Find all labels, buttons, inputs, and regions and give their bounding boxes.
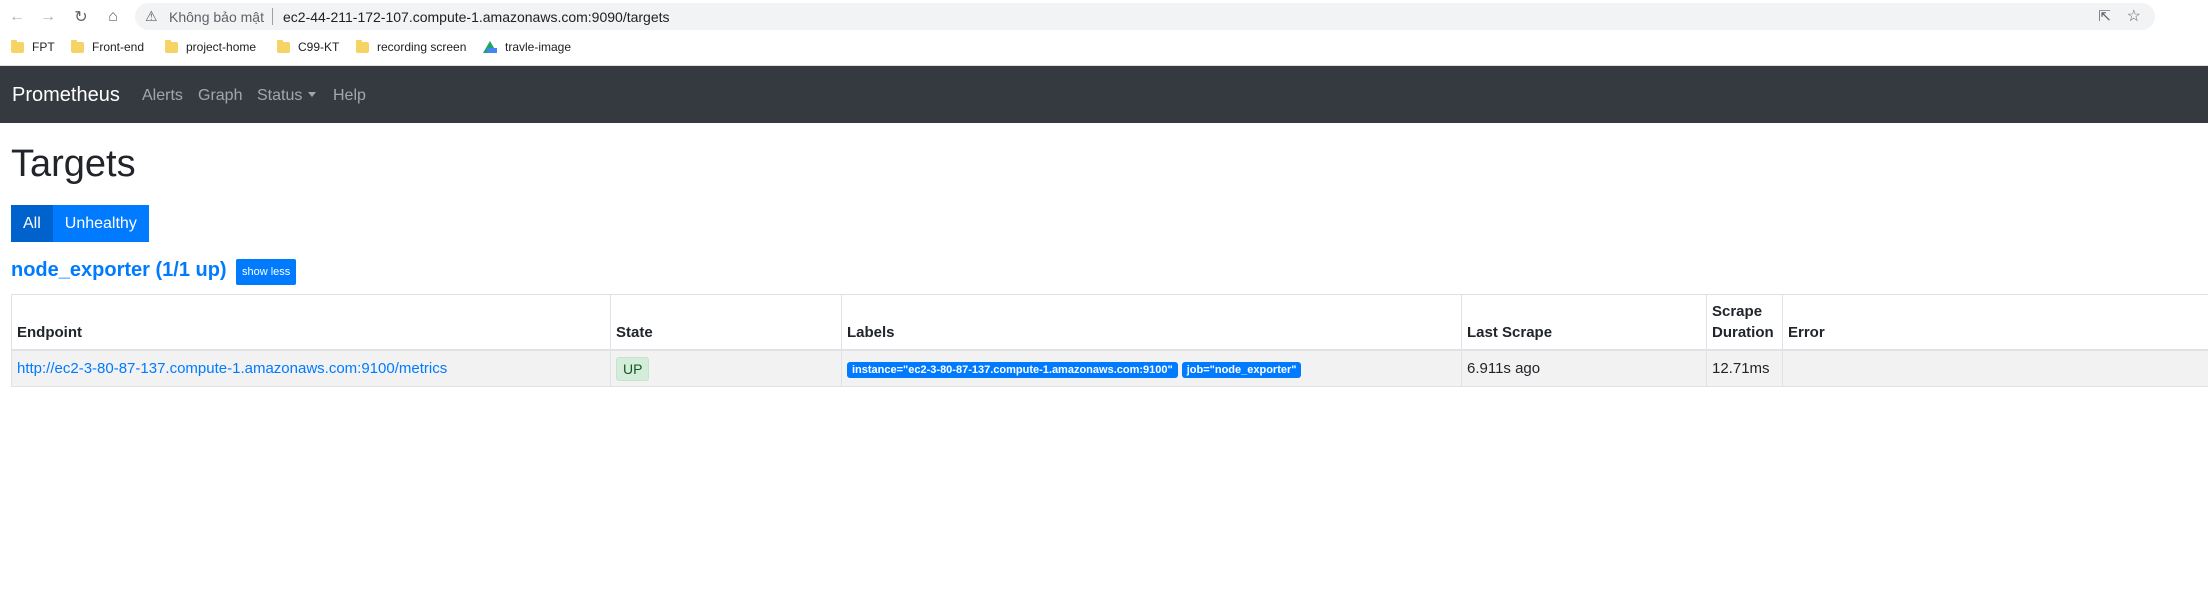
nav-status-label: Status	[257, 87, 303, 104]
bookmark-label: Front-end	[92, 40, 145, 54]
table-row: http://ec2-3-80-87-137.compute-1.amazona…	[11, 350, 2208, 387]
filter-button-group: All Unhealthy	[11, 205, 149, 242]
state-cell: UP	[610, 350, 842, 387]
filter-unhealthy-button[interactable]: Unhealthy	[52, 205, 149, 242]
bookmark-label: travle-image	[505, 40, 572, 54]
nav-alerts[interactable]: Alerts	[142, 87, 183, 105]
column-header: Scrape Duration	[1706, 294, 1783, 351]
bookmark-item[interactable]: Front-end	[71, 39, 145, 54]
bookmark-star-icon[interactable]: ☆	[2127, 6, 2141, 26]
bookmark-label: C99-KT	[298, 40, 340, 54]
warning-icon[interactable]: ⚠	[145, 8, 158, 25]
column-header: Error	[1782, 294, 2208, 351]
endpoint-cell: http://ec2-3-80-87-137.compute-1.amazona…	[11, 350, 611, 387]
bookmark-label: FPT	[32, 40, 55, 54]
nav-help[interactable]: Help	[333, 87, 366, 105]
bookmark-label: project-home	[186, 40, 257, 54]
column-header: State	[610, 294, 842, 351]
job-header-link[interactable]: node_exporter (1/1 up)	[11, 259, 227, 282]
column-header: Labels	[841, 294, 1462, 351]
folder-icon	[165, 39, 178, 53]
bookmark-item[interactable]: C99-KT	[277, 39, 340, 54]
reload-icon[interactable]: ↻	[70, 6, 92, 28]
browser-toolbar: ← → ↻ ⌂ ⚠ Không bảo mật ec2-44-211-172-1…	[0, 0, 2208, 33]
error-cell	[1782, 350, 2208, 387]
state-badge: UP	[616, 356, 650, 381]
address-divider	[272, 8, 273, 25]
folder-icon	[356, 39, 369, 53]
brand-logo[interactable]: Prometheus	[12, 84, 120, 107]
label-badge: job="node_exporter"	[1181, 361, 1302, 378]
not-secure-label[interactable]: Không bảo mật	[169, 9, 264, 25]
folder-icon	[71, 39, 84, 53]
filter-all-button[interactable]: All	[11, 205, 53, 242]
bookmark-label: recording screen	[377, 40, 467, 54]
label-badge: instance="ec2-3-80-87-137.compute-1.amaz…	[847, 361, 1178, 378]
nav-status[interactable]: Status	[257, 87, 317, 105]
caret-down-icon	[308, 92, 317, 97]
home-icon[interactable]: ⌂	[102, 6, 124, 28]
back-icon[interactable]: ←	[6, 6, 28, 28]
google-drive-icon	[483, 41, 497, 53]
forward-icon[interactable]: →	[37, 6, 59, 28]
url-text[interactable]: ec2-44-211-172-107.compute-1.amazonaws.c…	[283, 9, 670, 25]
share-icon[interactable]: ⇱	[2098, 7, 2111, 25]
show-less-button[interactable]: show less	[236, 259, 297, 285]
bookmark-item[interactable]: recording screen	[356, 39, 467, 54]
folder-icon	[11, 39, 24, 53]
column-header: Last Scrape	[1461, 294, 1707, 351]
bookmark-item[interactable]: project-home	[165, 39, 257, 54]
folder-icon	[277, 39, 290, 53]
last-scrape-cell: 6.911s ago	[1461, 350, 1707, 387]
page-title: Targets	[11, 143, 136, 185]
bookmark-item[interactable]: FPT	[11, 39, 55, 54]
labels-cell: instance="ec2-3-80-87-137.compute-1.amaz…	[841, 350, 1462, 387]
top-navbar: Prometheus Alerts Graph Status Help	[0, 66, 2208, 123]
address-bar[interactable]: ⚠ Không bảo mật ec2-44-211-172-107.compu…	[135, 3, 2155, 30]
endpoint-link[interactable]: http://ec2-3-80-87-137.compute-1.amazona…	[17, 360, 447, 377]
bookmarks-bar: FPT Front-end project-home C99-KT record…	[0, 33, 2208, 66]
bookmark-item[interactable]: travle-image	[483, 40, 571, 54]
column-header: Endpoint	[11, 294, 611, 351]
scrape-duration-cell: 12.71ms	[1706, 350, 1783, 387]
nav-graph[interactable]: Graph	[198, 87, 242, 105]
table-header-row: Endpoint State Labels Last Scrape Scrape…	[11, 294, 2208, 351]
targets-table: Endpoint State Labels Last Scrape Scrape…	[11, 294, 2208, 387]
